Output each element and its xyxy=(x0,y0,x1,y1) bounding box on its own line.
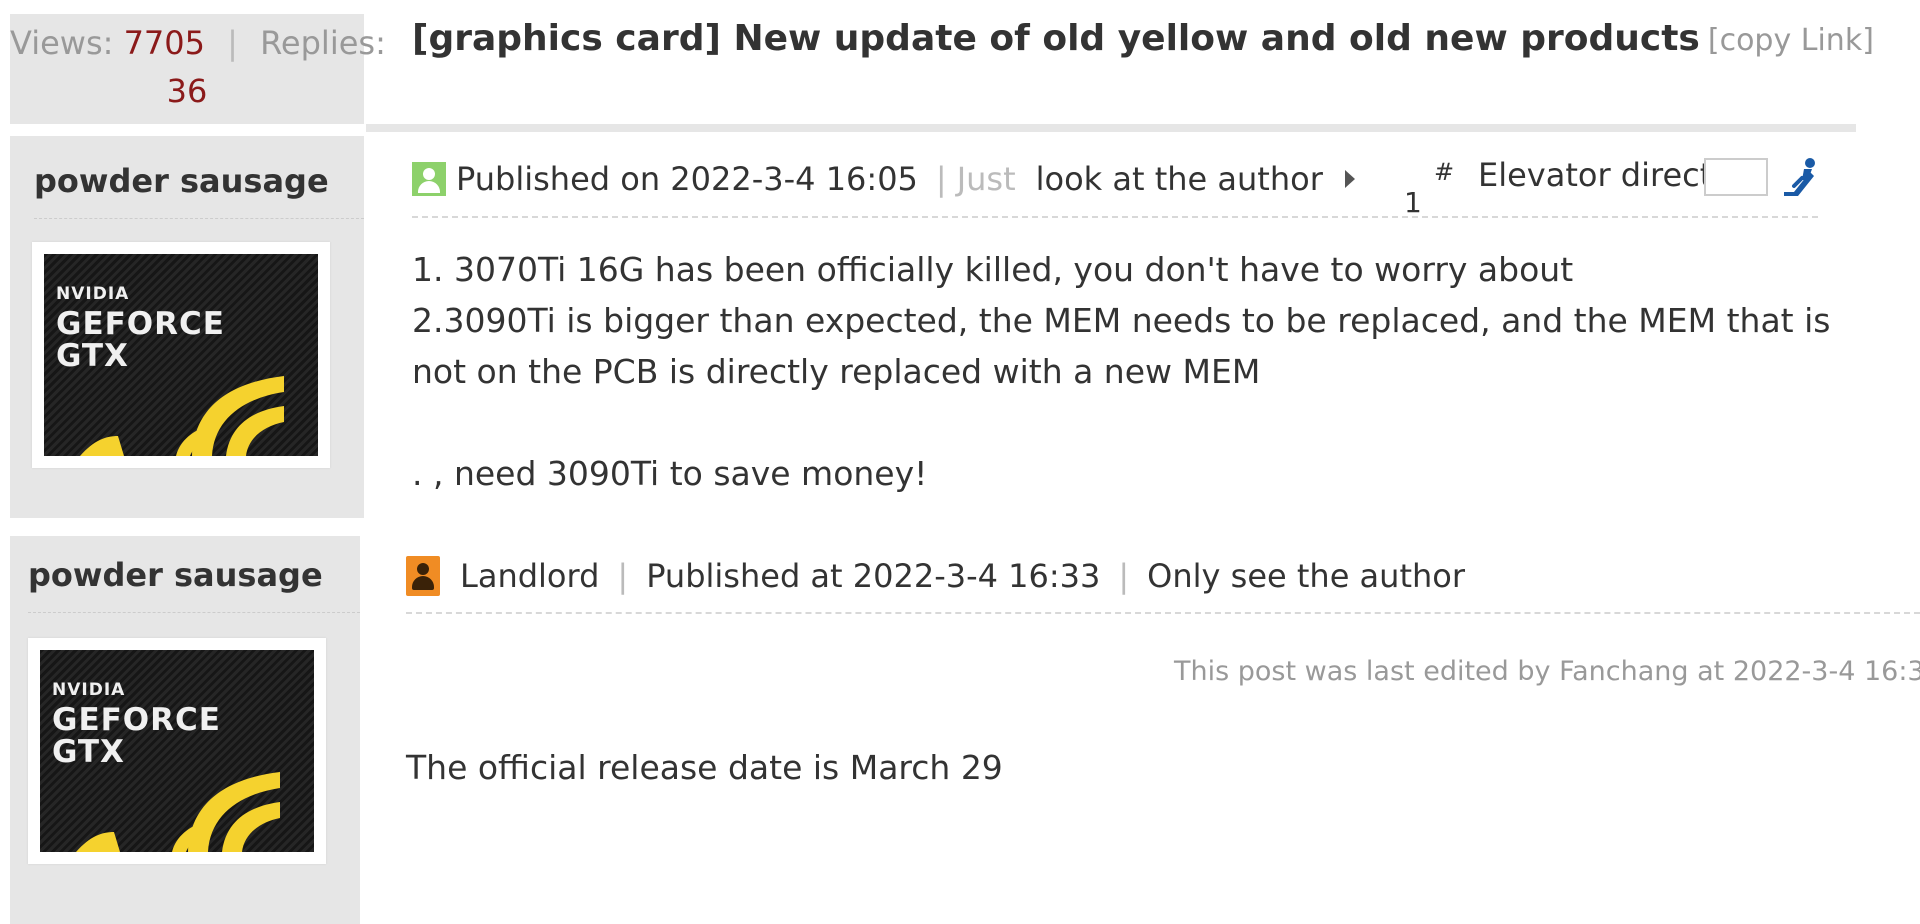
triangle-right-icon[interactable] xyxy=(1344,170,1355,188)
author-avatar[interactable]: NVIDIA GEFORCE GTX xyxy=(28,638,326,864)
views-count: 7705 xyxy=(123,24,205,62)
stats-views-replies: Views: 7705 | Replies: xyxy=(10,24,386,62)
only-see-author-link[interactable]: Only see the author xyxy=(1147,557,1465,595)
post-meta: Published on 2022-3-4 16:05 | Just look … xyxy=(412,160,1355,198)
landlord-badge-icon xyxy=(406,556,440,596)
edited-note: This post was last edited by Fanchang at… xyxy=(1174,656,1920,687)
post-author-sidebar: powder sausage NVIDIA GEFORCE GTX xyxy=(10,536,360,924)
landlord-label: Landlord xyxy=(460,557,600,595)
floor-number: 1 xyxy=(1404,186,1422,219)
meta-divider xyxy=(412,216,1818,218)
thread-title: [graphics card] New update of old yellow… xyxy=(412,18,1874,59)
meta-separator: | xyxy=(935,160,947,198)
post-author-sidebar: powder sausage NVIDIA GEFORCE GTX xyxy=(10,136,364,518)
nvidia-eye-logo-icon xyxy=(80,376,284,456)
meta-divider xyxy=(406,612,1920,614)
replies-label: Replies: xyxy=(260,24,386,62)
just-label: Just xyxy=(956,160,1016,198)
post-line: 1. 3070Ti 16G has been officially killed… xyxy=(412,250,1574,289)
post-line: 2.3090Ti is bigger than expected, the ME… xyxy=(412,301,1831,340)
user-green-icon xyxy=(412,162,446,196)
meta-separator: | xyxy=(1118,557,1130,595)
post-meta: Landlord | Published at 2022-3-4 16:33 |… xyxy=(406,556,1465,596)
post-content: 1. 3070Ti 16G has been officially killed… xyxy=(412,244,1832,499)
header-divider xyxy=(366,124,1856,132)
stats-separator: | xyxy=(227,24,238,62)
elevator-label: Elevator direct xyxy=(1478,156,1713,194)
author-name[interactable]: powder sausage xyxy=(28,556,323,594)
author-divider xyxy=(34,218,364,219)
views-label: Views: xyxy=(10,24,114,62)
author-avatar[interactable]: NVIDIA GEFORCE GTX xyxy=(32,242,330,468)
publish-time: Published at 2022-3-4 16:33 xyxy=(646,557,1101,595)
elevator-floor-input[interactable] xyxy=(1704,158,1768,196)
copy-link[interactable]: [copy Link] xyxy=(1708,23,1874,58)
publish-time: Published on 2022-3-4 16:05 xyxy=(456,160,918,198)
avatar-image: NVIDIA GEFORCE GTX xyxy=(44,254,318,456)
thread-stats: Views: 7705 | Replies: 36 xyxy=(10,14,386,124)
post-line: not on the PCB is directly replaced with… xyxy=(412,352,1261,391)
author-divider xyxy=(28,612,360,613)
avatar-image: NVIDIA GEFORCE GTX xyxy=(40,650,314,852)
post-line: . , need 3090Ti to save money! xyxy=(412,454,928,493)
thread-title-text: [graphics card] New update of old yellow… xyxy=(412,18,1700,59)
floor-hash: # xyxy=(1434,158,1455,186)
author-name[interactable]: powder sausage xyxy=(34,162,329,200)
look-at-author-link[interactable]: look at the author xyxy=(1036,160,1323,198)
post-content: The official release date is March 29 xyxy=(406,748,1003,787)
escalator-icon[interactable] xyxy=(1780,156,1820,196)
nvidia-eye-logo-icon xyxy=(76,772,280,852)
meta-separator: | xyxy=(617,557,629,595)
replies-count: 36 xyxy=(166,72,208,110)
